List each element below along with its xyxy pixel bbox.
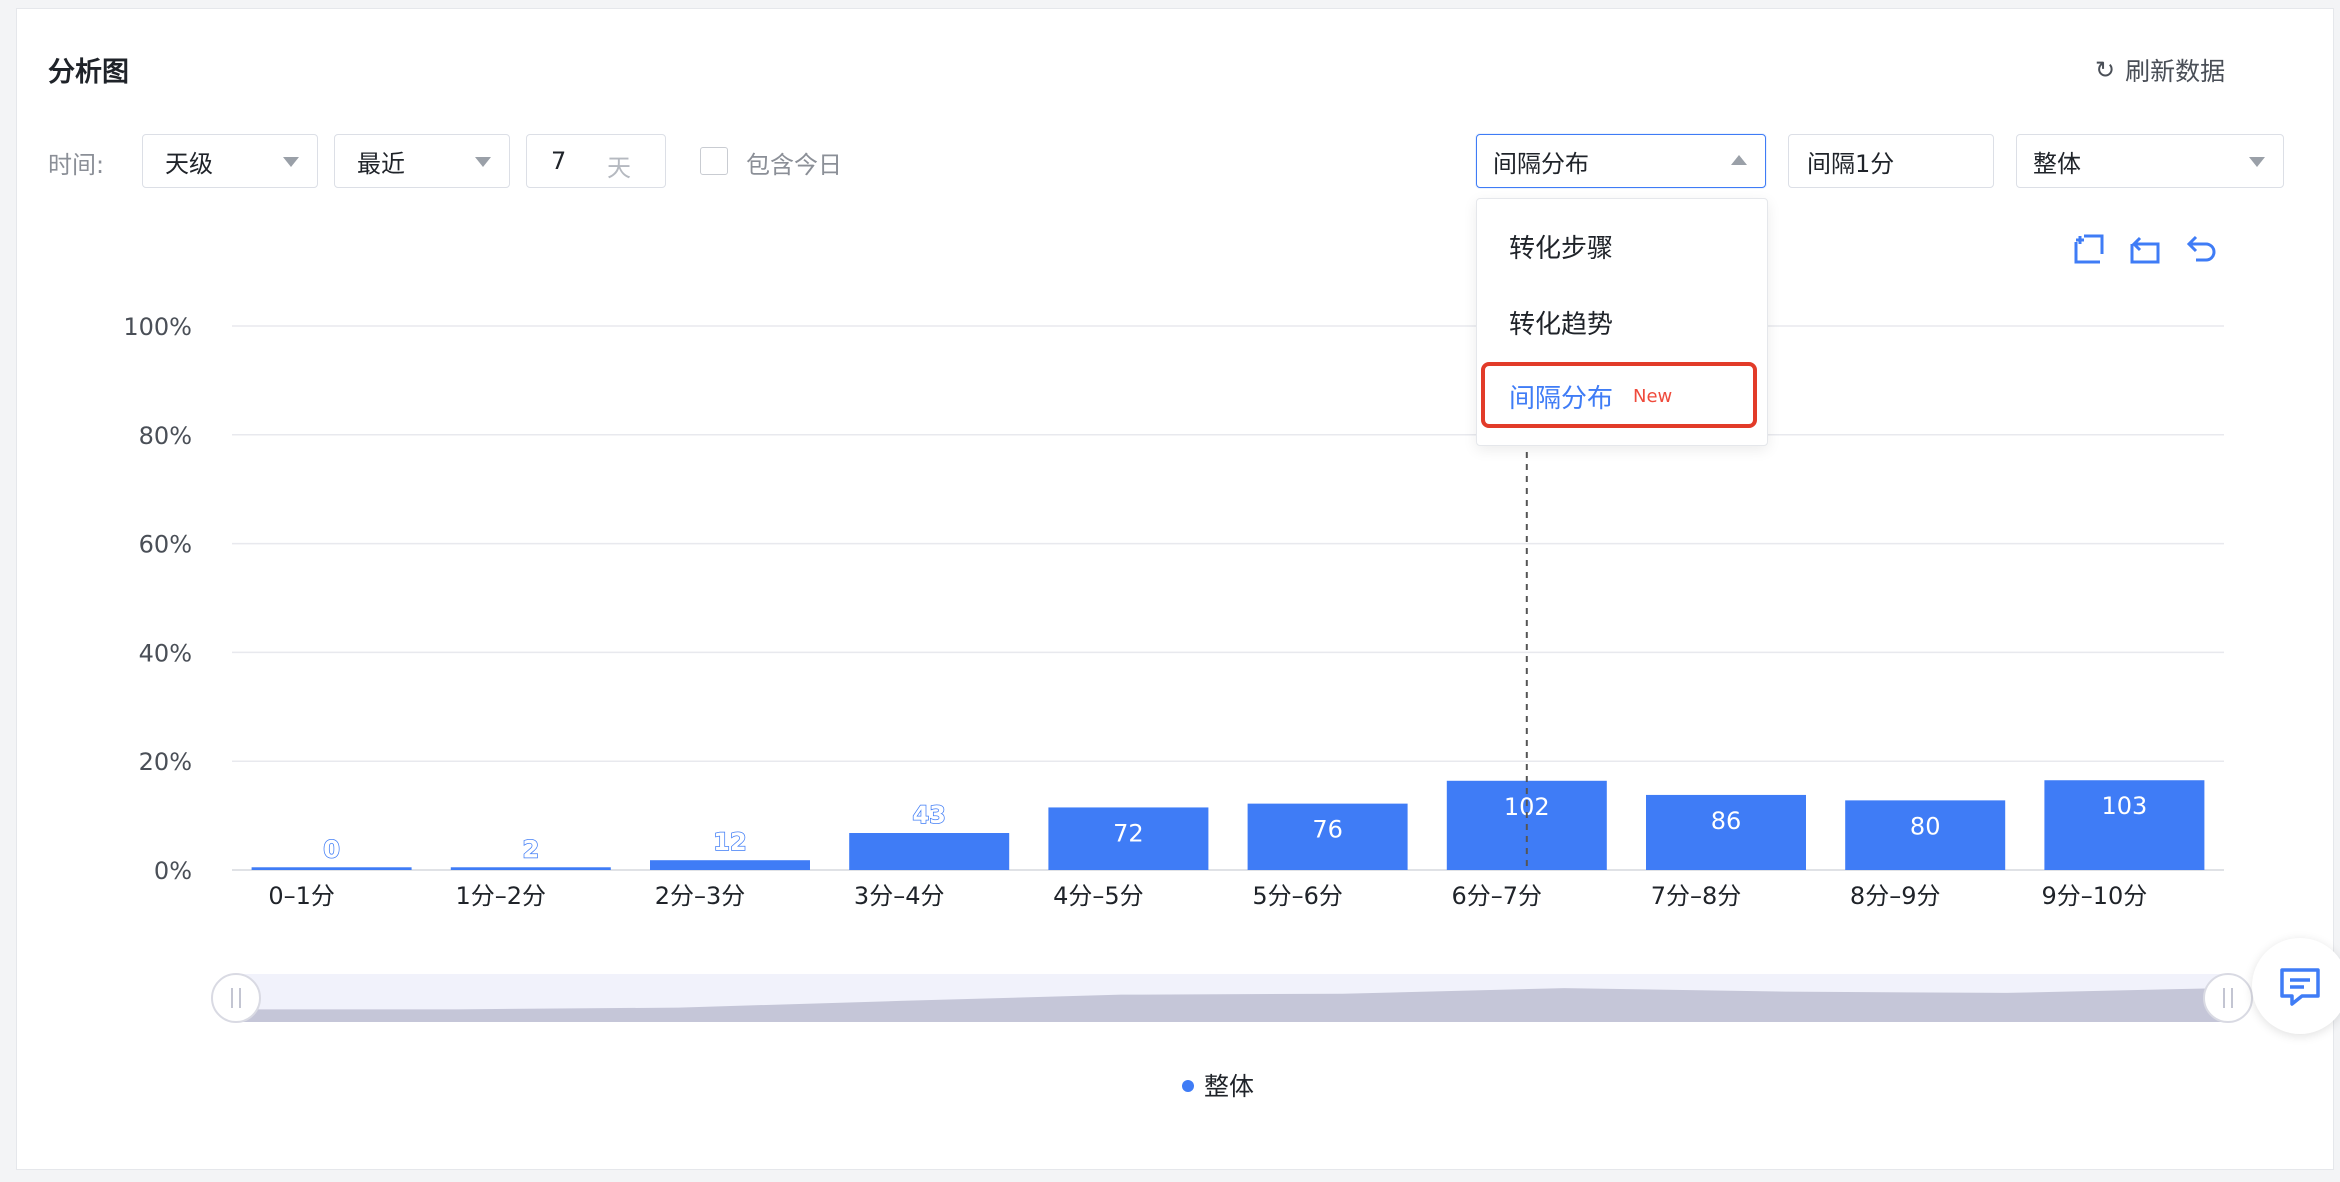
bar-value-label: 72: [1113, 819, 1144, 847]
x-tick-label: 0–1分: [268, 882, 335, 910]
x-tick-label: 8分–9分: [1850, 882, 1941, 910]
option-label: 间隔分布: [1509, 383, 1614, 414]
interval-distribution-chart: 0% 20% 40% 60% 80% 100% 0 0–1分 2 1分–2分 12 2分–3分 43 3分…: [123, 313, 2253, 1101]
zoom-handle-right[interactable]: [2203, 973, 2253, 1023]
y-tick-label: 40%: [139, 639, 192, 667]
zoom-handle-left[interactable]: [211, 973, 261, 1023]
x-tick-label: 7分–8分: [1651, 882, 1742, 910]
dropdown-option-interval-distribution[interactable]: 间隔分布 New: [1477, 365, 1767, 427]
x-tick-label: 3分–4分: [854, 882, 945, 910]
option-label: 转化趋势: [1509, 309, 1614, 340]
x-tick-label: 2分–3分: [655, 882, 746, 910]
bar-value-label: 43: [912, 801, 945, 829]
analysis-type-dropdown: 转化步骤 转化趋势 间隔分布 New: [1476, 198, 1768, 446]
bar-value-label: 76: [1312, 816, 1343, 844]
bar-value-label: 103: [2101, 792, 2147, 820]
new-badge: New: [1633, 385, 1673, 407]
bar-value-label: 86: [1711, 807, 1742, 835]
message-icon: [2280, 968, 2320, 1006]
x-tick-label: 6分–7分: [1452, 882, 1543, 910]
dropdown-option-conversion-trend[interactable]: 转化趋势: [1477, 291, 1767, 353]
bar-value-label: 12: [713, 828, 746, 856]
y-tick-label: 0%: [154, 857, 192, 885]
bar-value-label: 0: [323, 835, 340, 863]
feedback-button[interactable]: [2252, 938, 2340, 1034]
bar[interactable]: [849, 833, 1010, 870]
y-tick-label: 60%: [139, 531, 192, 559]
x-tick-label: 1分–2分: [456, 882, 547, 910]
bar[interactable]: [251, 867, 412, 870]
x-tick-label: 9分–10分: [2041, 882, 2147, 910]
x-tick-label: 4分–5分: [1053, 882, 1144, 910]
y-tick-label: 20%: [139, 748, 192, 776]
option-label: 转化步骤: [1509, 233, 1614, 264]
x-tick-label: 5分–6分: [1252, 882, 1343, 910]
bar[interactable]: [450, 867, 611, 870]
legend-marker: [1182, 1080, 1194, 1092]
dropdown-option-conversion-steps[interactable]: 转化步骤: [1477, 215, 1767, 277]
bar-value-label: 2: [522, 835, 539, 863]
y-tick-label: 80%: [139, 422, 192, 450]
bar[interactable]: [650, 860, 810, 870]
legend-label[interactable]: 整体: [1204, 1072, 1254, 1101]
y-tick-label: 100%: [123, 313, 192, 341]
bar-value-label: 80: [1910, 812, 1941, 840]
